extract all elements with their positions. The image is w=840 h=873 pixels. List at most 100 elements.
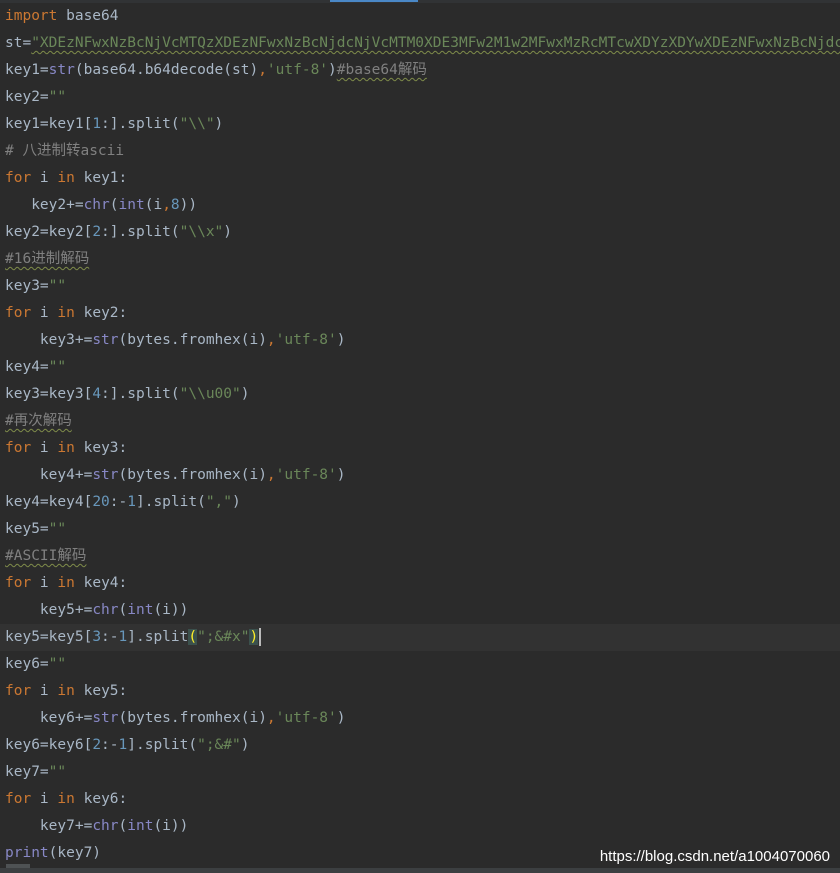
code-token: key4: — [74, 575, 128, 591]
code-line[interactable]: #再次解码 — [0, 408, 840, 435]
code-token: ) — [336, 710, 346, 726]
code-token: for — [5, 575, 32, 591]
code-token: key2: — [74, 305, 128, 321]
code-token: int — [127, 602, 154, 618]
code-token: key6=key6[ — [5, 737, 93, 753]
code-token: key5=key5[ — [5, 629, 93, 645]
code-line[interactable]: for i in key5: — [0, 678, 840, 705]
code-token: (key7) — [48, 845, 102, 861]
code-token: (base64.b64decode(st) — [74, 62, 259, 78]
text-caret — [259, 628, 262, 646]
code-line[interactable]: #16进制解码 — [0, 246, 840, 273]
code-line[interactable]: #ASCII解码 — [0, 543, 840, 570]
code-token: (i — [144, 197, 163, 213]
code-line[interactable]: key3=key3[4:].split("\\u00") — [0, 381, 840, 408]
code-line[interactable]: key3+=str(bytes.fromhex(i),'utf-8') — [0, 327, 840, 354]
code-token: 'utf-8' — [275, 332, 337, 348]
horizontal-scrollbar[interactable] — [0, 868, 840, 873]
code-token: 'utf-8' — [275, 710, 337, 726]
code-token: )) — [179, 197, 198, 213]
code-token: key1: — [74, 170, 128, 186]
code-token: ) — [223, 224, 233, 240]
code-token: ) — [240, 386, 250, 402]
code-token: str — [48, 62, 75, 78]
code-token: :- — [101, 737, 119, 753]
code-token: in — [57, 683, 75, 699]
code-token: chr — [92, 602, 119, 618]
code-line[interactable]: st="XDEzNFwxNzBcNjVcMTQzXDEzNFwxNzBcNjdc… — [0, 30, 840, 57]
active-tab-indicator — [330, 0, 418, 2]
code-line[interactable]: key5="" — [0, 516, 840, 543]
code-token: (bytes.fromhex(i) — [118, 467, 267, 483]
code-line[interactable]: key5=key5[3:-1].split(";&#x") — [0, 624, 840, 651]
code-token: ";&#x" — [197, 629, 250, 645]
code-token: key6: — [74, 791, 128, 807]
code-token: key2=key2[ — [5, 224, 93, 240]
code-token: # 八进制转ascii — [5, 143, 125, 159]
code-token: :].split( — [101, 116, 180, 132]
code-token: i — [31, 305, 58, 321]
code-editor[interactable]: import base64 st="XDEzNFwxNzBcNjVcMTQzXDE… — [0, 3, 840, 868]
code-token: , — [258, 62, 267, 78]
code-line[interactable]: key1=str(base64.b64decode(st),'utf-8')#b… — [0, 57, 840, 84]
code-token: for — [5, 440, 32, 456]
code-token: 2 — [92, 737, 102, 753]
code-line[interactable]: key5+=chr(int(i)) — [0, 597, 840, 624]
code-token: ( — [118, 818, 128, 834]
code-line[interactable]: key2="" — [0, 84, 840, 111]
code-token: "" — [48, 656, 67, 672]
code-token: ].split( — [135, 494, 206, 510]
code-token: (i)) — [153, 602, 189, 618]
code-token: int — [127, 818, 154, 834]
code-token: "" — [48, 359, 67, 375]
code-line[interactable]: key7="" — [0, 759, 840, 786]
code-token: base64 — [57, 8, 119, 24]
code-line[interactable]: key4+=str(bytes.fromhex(i),'utf-8') — [0, 462, 840, 489]
code-token: ( — [118, 602, 128, 618]
code-token: ( — [188, 629, 198, 645]
code-token: ) — [240, 737, 250, 753]
code-token: 'utf-8' — [275, 467, 337, 483]
code-line[interactable]: key4=key4[20:-1].split(",") — [0, 489, 840, 516]
code-line[interactable]: key6="" — [0, 651, 840, 678]
code-line[interactable]: for i in key2: — [0, 300, 840, 327]
code-token: for — [5, 170, 32, 186]
code-token: key1= — [5, 62, 49, 78]
code-line[interactable]: key2+=chr(int(i,8)) — [0, 192, 840, 219]
code-line[interactable]: # 八进制转ascii — [0, 138, 840, 165]
code-token: "\\" — [179, 116, 215, 132]
code-line[interactable]: key2=key2[2:].split("\\x") — [0, 219, 840, 246]
code-token: :].split( — [101, 386, 180, 402]
code-token: key4= — [5, 359, 49, 375]
code-line[interactable]: for i in key4: — [0, 570, 840, 597]
code-token: key2+= — [5, 197, 84, 213]
code-token: 1 — [127, 494, 136, 510]
code-token: 1 — [118, 629, 128, 645]
code-token: key5= — [5, 521, 49, 537]
code-line[interactable]: key4="" — [0, 354, 840, 381]
code-token: (bytes.fromhex(i) — [118, 332, 267, 348]
code-token: key7+= — [5, 818, 93, 834]
code-line[interactable]: for i in key3: — [0, 435, 840, 462]
code-token: ";&#" — [197, 737, 241, 753]
code-token: key2= — [5, 89, 49, 105]
code-token: ].split( — [127, 737, 198, 753]
code-token: i — [31, 791, 58, 807]
code-token: 20 — [92, 494, 110, 510]
code-token: #ASCII解码 — [5, 548, 87, 564]
code-line[interactable]: for i in key6: — [0, 786, 840, 813]
code-line[interactable]: key3="" — [0, 273, 840, 300]
code-line[interactable]: key6=key6[2:-1].split(";&#") — [0, 732, 840, 759]
code-token: :- — [109, 494, 128, 510]
code-line[interactable]: for i in key1: — [0, 165, 840, 192]
code-line[interactable]: import base64 — [0, 3, 840, 30]
code-token: i — [31, 170, 58, 186]
code-line[interactable]: key1=key1[1:].split("\\") — [0, 111, 840, 138]
code-token: ) — [214, 116, 224, 132]
code-token: ) — [328, 62, 337, 78]
code-token: , — [266, 332, 276, 348]
code-token: 1 — [118, 737, 128, 753]
code-line[interactable]: key6+=str(bytes.fromhex(i),'utf-8') — [0, 705, 840, 732]
code-token: for — [5, 683, 32, 699]
code-line[interactable]: key7+=chr(int(i)) — [0, 813, 840, 840]
